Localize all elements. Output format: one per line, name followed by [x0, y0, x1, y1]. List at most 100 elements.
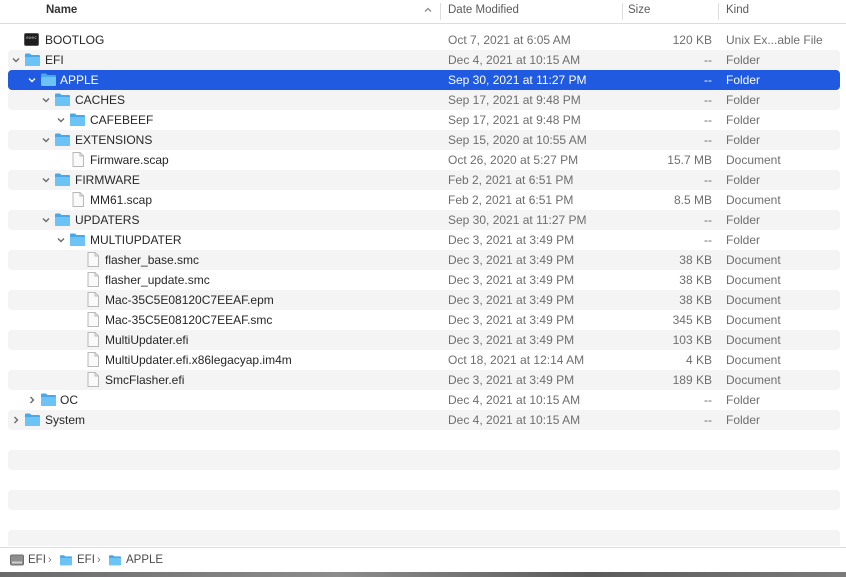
column-separator[interactable]: [440, 3, 441, 20]
chevron-down-icon[interactable]: [27, 75, 37, 85]
folder-row-cafebeef[interactable]: CAFEBEEF Sep 17, 2021 at 9:48 PM -- Fold…: [8, 110, 840, 130]
file-row-firmware-scap[interactable]: Firmware.scap Oct 26, 2020 at 5:27 PM 15…: [8, 150, 840, 170]
chevron-right-icon[interactable]: [11, 415, 21, 425]
file-name: BOOTLOG: [45, 33, 105, 47]
chevron-down-icon[interactable]: [41, 95, 51, 105]
path-bar: EFI › EFI › APPLE: [0, 547, 846, 572]
column-header-size[interactable]: Size: [628, 0, 650, 23]
column-header-date-modified[interactable]: Date Modified: [448, 0, 519, 23]
folder-icon: [109, 555, 121, 566]
chevron-down-icon[interactable]: [11, 55, 21, 65]
chevron-down-icon[interactable]: [41, 135, 51, 145]
date-modified: Dec 4, 2021 at 10:15 AM: [448, 393, 581, 407]
document-icon: [87, 252, 99, 267]
column-separator[interactable]: [718, 3, 719, 20]
date-modified: Dec 3, 2021 at 3:49 PM: [448, 313, 575, 327]
folder-icon: [41, 73, 56, 86]
path-separator: ›: [97, 554, 101, 566]
folder-row-extensions[interactable]: EXTENSIONS Sep 15, 2020 at 10:55 AM -- F…: [8, 130, 840, 150]
file-name: System: [45, 413, 86, 427]
file-kind: Folder: [726, 113, 761, 127]
chevron-down-icon[interactable]: [41, 175, 51, 185]
empty-row: [8, 530, 840, 546]
column-header-kind[interactable]: Kind: [726, 0, 749, 23]
date-modified: Sep 30, 2021 at 11:27 PM: [448, 73, 587, 87]
date-modified: Dec 3, 2021 at 3:49 PM: [448, 333, 575, 347]
folder-icon: [55, 93, 70, 106]
date-modified: Dec 3, 2021 at 3:49 PM: [448, 273, 575, 287]
file-row-flasher-base-smc[interactable]: flasher_base.smc Dec 3, 2021 at 3:49 PM …: [8, 250, 840, 270]
path-crumb-apple[interactable]: APPLE: [126, 548, 163, 573]
chevron-down-icon[interactable]: [41, 215, 51, 225]
file-kind: Folder: [726, 73, 761, 87]
file-size: 38 KB: [679, 253, 712, 267]
svg-text:exec: exec: [26, 36, 37, 41]
file-row-smcflasher-efi[interactable]: SmcFlasher.efi Dec 3, 2021 at 3:49 PM 18…: [8, 370, 840, 390]
column-separator[interactable]: [622, 3, 623, 20]
date-modified: Sep 30, 2021 at 11:27 PM: [448, 213, 587, 227]
date-modified: Dec 3, 2021 at 3:49 PM: [448, 233, 575, 247]
file-size: --: [704, 413, 712, 427]
sort-ascending-icon[interactable]: [423, 5, 433, 15]
document-icon: [72, 192, 84, 207]
file-row-mac-smc[interactable]: Mac-35C5E08120C7EEAF.smc Dec 3, 2021 at …: [8, 310, 840, 330]
folder-row-efi[interactable]: EFI Dec 4, 2021 at 10:15 AM -- Folder: [8, 50, 840, 70]
chevron-down-icon[interactable]: [56, 115, 66, 125]
path-crumb-efi-folder[interactable]: EFI: [77, 548, 95, 573]
file-kind: Folder: [726, 173, 761, 187]
date-modified: Oct 18, 2021 at 12:14 AM: [448, 353, 585, 367]
file-name: Mac-35C5E08120C7EEAF.smc: [105, 313, 273, 327]
file-row-mm61-scap[interactable]: MM61.scap Feb 2, 2021 at 6:51 PM 8.5 MB …: [8, 190, 840, 210]
date-modified: Dec 4, 2021 at 10:15 AM: [448, 413, 581, 427]
file-size: 189 KB: [672, 373, 712, 387]
file-row-multiupdater-im4m[interactable]: MultiUpdater.efi.x86legacyap.im4m Oct 18…: [8, 350, 840, 370]
folder-row-caches[interactable]: CACHES Sep 17, 2021 at 9:48 PM -- Folder: [8, 90, 840, 110]
path-crumb-efi-volume[interactable]: EFI: [28, 548, 46, 573]
date-modified: Feb 2, 2021 at 6:51 PM: [448, 173, 574, 187]
folder-icon: [60, 555, 72, 566]
document-icon: [87, 312, 99, 327]
file-kind: Document: [726, 293, 781, 307]
folder-row-multiupdater[interactable]: MULTIUPDATER Dec 3, 2021 at 3:49 PM -- F…: [8, 230, 840, 250]
file-kind: Document: [726, 373, 781, 387]
folder-row-updaters[interactable]: UPDATERS Sep 30, 2021 at 11:27 PM -- Fol…: [8, 210, 840, 230]
file-name: MULTIUPDATER: [90, 233, 182, 247]
date-modified: Sep 17, 2021 at 9:48 PM: [448, 93, 581, 107]
folder-row-firmware[interactable]: FIRMWARE Feb 2, 2021 at 6:51 PM -- Folde…: [8, 170, 840, 190]
file-row-multiupdater-efi[interactable]: MultiUpdater.efi Dec 3, 2021 at 3:49 PM …: [8, 330, 840, 350]
file-kind: Document: [726, 273, 781, 287]
file-kind: Unix Ex...able File: [726, 33, 823, 47]
file-kind: Folder: [726, 213, 761, 227]
file-size: 345 KB: [672, 313, 712, 327]
file-kind: Document: [726, 333, 781, 347]
desktop-background-strip: [0, 572, 846, 577]
column-header-name[interactable]: Name: [46, 0, 77, 23]
file-size: 38 KB: [679, 273, 712, 287]
chevron-right-icon[interactable]: [27, 395, 37, 405]
folder-row-system[interactable]: System Dec 4, 2021 at 10:15 AM -- Folder: [8, 410, 840, 430]
file-size: --: [704, 173, 712, 187]
file-size: 8.5 MB: [673, 193, 712, 207]
document-icon: [87, 292, 99, 307]
chevron-down-icon[interactable]: [56, 235, 66, 245]
folder-row-oc[interactable]: OC Dec 4, 2021 at 10:15 AM -- Folder: [8, 390, 840, 410]
file-name: flasher_update.smc: [105, 273, 210, 287]
disk-icon: [10, 554, 24, 566]
date-modified: Sep 17, 2021 at 9:48 PM: [448, 113, 581, 127]
file-size: --: [704, 73, 712, 87]
file-name: EFI: [45, 53, 64, 67]
file-kind: Folder: [726, 413, 761, 427]
file-size: --: [704, 93, 712, 107]
file-row-bootlog[interactable]: exec BOOTLOG Oct 7, 2021 at 6:05 AM 120 …: [8, 30, 840, 50]
file-size: 38 KB: [679, 293, 712, 307]
date-modified: Sep 15, 2020 at 10:55 AM: [448, 133, 587, 147]
folder-icon: [70, 113, 85, 126]
date-modified: Dec 4, 2021 at 10:15 AM: [448, 53, 581, 67]
file-row-mac-epm[interactable]: Mac-35C5E08120C7EEAF.epm Dec 3, 2021 at …: [8, 290, 840, 310]
folder-icon: [70, 233, 85, 246]
file-size: 4 KB: [685, 353, 712, 367]
date-modified: Oct 7, 2021 at 6:05 AM: [448, 33, 571, 47]
folder-row-apple[interactable]: APPLE Sep 30, 2021 at 11:27 PM -- Folder: [8, 70, 840, 90]
file-size: 120 KB: [672, 33, 712, 47]
file-row-flasher-update-smc[interactable]: flasher_update.smc Dec 3, 2021 at 3:49 P…: [8, 270, 840, 290]
